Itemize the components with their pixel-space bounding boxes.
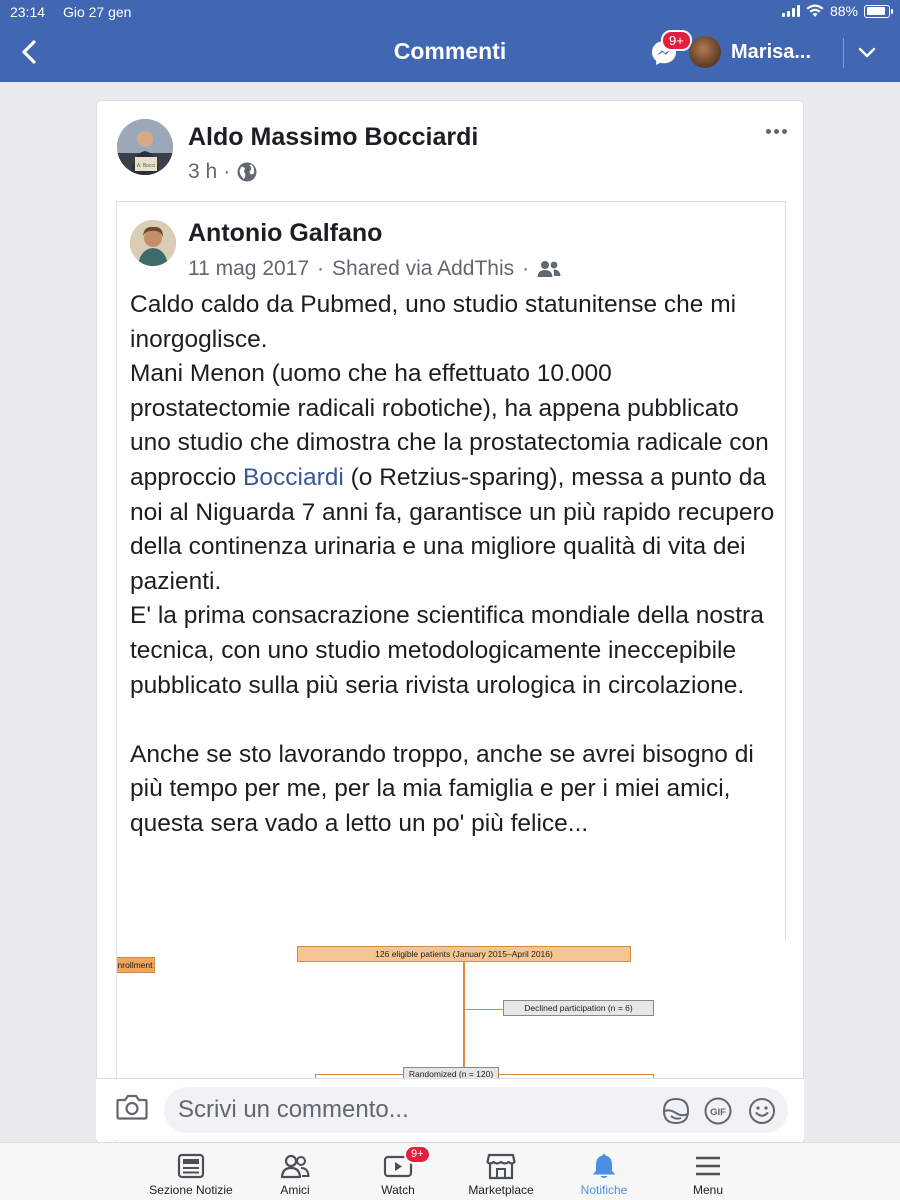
tab-notifications[interactable]: Notifiche xyxy=(544,1143,664,1200)
messenger-badge: 9+ xyxy=(661,30,692,51)
tab-label: Sezione Notizie xyxy=(149,1183,233,1197)
avatar-caption: A. Bocci xyxy=(137,163,155,169)
shared-author-photo xyxy=(130,220,176,266)
battery-icon xyxy=(864,4,893,18)
author-avatar[interactable]: A. Bocci xyxy=(117,119,173,175)
comment-composer: GIF xyxy=(96,1078,804,1140)
account-menu-button[interactable] xyxy=(854,40,880,66)
tab-marketplace[interactable]: Marketplace xyxy=(441,1143,561,1200)
figure-connector xyxy=(463,962,465,1068)
shared-post-text: Caldo caldo da Pubmed, uno studio statun… xyxy=(130,288,776,842)
user-avatar[interactable] xyxy=(689,36,721,68)
status-bar: 23:14 Gio 27 gen 88% xyxy=(0,0,900,24)
shared-post: Antonio Galfano 11 mag 2017 · Shared via… xyxy=(116,201,787,1142)
news-feed-icon xyxy=(176,1151,206,1181)
figure-connector xyxy=(499,1074,653,1075)
figure-connector xyxy=(315,1074,403,1075)
tab-label: Menu xyxy=(692,1183,724,1197)
paragraph: Mani Menon (uomo che ha effettuato 10.00… xyxy=(130,360,775,595)
tab-watch[interactable]: 9+ Watch xyxy=(338,1143,458,1200)
tab-label: Notifiche xyxy=(580,1183,628,1197)
shared-meta: 11 mag 2017 · Shared via AddThis · xyxy=(188,257,561,281)
sticker-button[interactable] xyxy=(662,1097,690,1125)
more-options-button[interactable] xyxy=(761,121,791,141)
figure-declined-box: Declined participation (n = 6) xyxy=(503,1000,654,1016)
wifi-icon xyxy=(806,4,824,17)
battery-level xyxy=(866,7,885,15)
post-time[interactable]: 3 h xyxy=(188,160,217,184)
gif-button[interactable]: GIF xyxy=(704,1097,732,1125)
user-name[interactable]: Marisa... xyxy=(731,41,811,64)
camera-icon xyxy=(116,1094,148,1120)
bottom-tab-bar: Sezione Notizie Amici 9+ Watch Marketpla… xyxy=(0,1142,900,1200)
marketplace-icon xyxy=(486,1151,516,1181)
meta-separator: · xyxy=(223,160,231,183)
shared-via: Shared via AddThis xyxy=(332,257,515,280)
comment-input[interactable] xyxy=(164,1087,788,1133)
shared-author-name[interactable]: Antonio Galfano xyxy=(188,219,382,248)
meta-separator: · xyxy=(317,257,325,280)
chevron-down-icon xyxy=(858,47,876,58)
friends-icon xyxy=(280,1151,310,1181)
tab-friends[interactable]: Amici xyxy=(235,1143,355,1200)
figure-eligible-box: 126 eligible patients (January 2015–Apri… xyxy=(297,946,631,962)
chevron-left-icon xyxy=(22,40,36,64)
messenger-button[interactable]: 9+ xyxy=(647,30,692,70)
watch-badge: 9+ xyxy=(404,1145,431,1164)
bell-icon xyxy=(589,1151,619,1181)
post-card: A. Bocci Aldo Massimo Bocciardi 3 h · An… xyxy=(96,100,804,1142)
paragraph: Caldo caldo da Pubmed, uno studio statun… xyxy=(130,291,737,353)
author-photo: A. Bocci xyxy=(117,119,173,175)
figure-connector xyxy=(463,1009,503,1010)
meta-separator: · xyxy=(522,257,530,280)
status-date: Gio 27 gen xyxy=(62,4,132,20)
paragraph: Anche se sto lavorando troppo, anche se … xyxy=(130,740,754,837)
tab-label: Amici xyxy=(280,1183,310,1197)
sticker-icon xyxy=(662,1097,690,1125)
emoji-icon xyxy=(749,1098,775,1124)
post-meta: 3 h · xyxy=(188,160,258,184)
tab-menu[interactable]: Menu xyxy=(648,1143,768,1200)
cellular-signal-icon xyxy=(781,5,800,17)
nav-divider xyxy=(843,38,844,68)
shared-author-avatar[interactable] xyxy=(130,220,176,266)
gif-icon: GIF xyxy=(704,1097,732,1125)
tab-label: Marketplace xyxy=(468,1183,534,1197)
back-button[interactable] xyxy=(14,36,44,68)
shared-date[interactable]: 11 mag 2017 xyxy=(188,257,309,281)
menu-icon xyxy=(693,1151,723,1181)
globe-icon xyxy=(237,162,257,182)
tab-news-feed[interactable]: Sezione Notizie xyxy=(131,1143,251,1200)
battery-percent: 88% xyxy=(829,3,858,19)
paragraph: E' la prima consacrazione scientifica mo… xyxy=(130,602,764,699)
status-time: 23:14 xyxy=(10,4,46,20)
friends-audience-icon xyxy=(537,261,561,277)
top-nav-bar: Commenti 9+ Marisa... xyxy=(0,24,900,80)
post-author-name[interactable]: Aldo Massimo Bocciardi xyxy=(188,123,478,152)
hashtag-link[interactable]: Bocciardi xyxy=(243,464,344,491)
camera-button[interactable] xyxy=(116,1093,150,1123)
emoji-button[interactable] xyxy=(748,1097,776,1125)
svg-text:GIF: GIF xyxy=(710,1107,726,1118)
comments-page: A. Bocci Aldo Massimo Bocciardi 3 h · An… xyxy=(0,82,900,1142)
figure-enrollment-label: nrollment xyxy=(117,957,155,973)
tab-label: Watch xyxy=(381,1183,415,1197)
